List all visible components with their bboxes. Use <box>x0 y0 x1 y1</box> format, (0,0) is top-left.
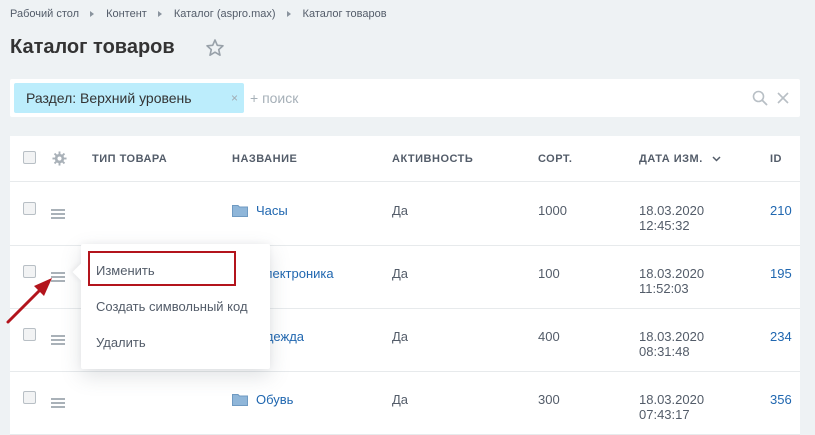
filter-bar: Раздел: Верхний уровень × + поиск <box>10 79 800 117</box>
breadcrumb-content[interactable]: Контент <box>106 8 147 20</box>
date-value: 18.03.2020 11:52:03 <box>639 266 704 296</box>
star-icon[interactable] <box>205 38 225 58</box>
row-checkbox[interactable] <box>23 202 36 215</box>
breadcrumb-catalog-aspro[interactable]: Каталог (aspro.max) <box>174 8 276 20</box>
search-input[interactable]: + поиск <box>250 90 298 106</box>
table-row[interactable]: Обувь Да 300 18.03.2020 07:43:17 356 <box>10 372 800 435</box>
active-value: Да <box>392 329 409 344</box>
column-sort[interactable]: СОРТ. <box>538 153 572 165</box>
date-time: 11:52:03 <box>639 281 689 296</box>
active-value: Да <box>392 266 409 281</box>
sort-value: 100 <box>538 266 560 281</box>
date-day: 18.03.2020 <box>639 329 705 344</box>
row-checkbox[interactable] <box>23 391 36 404</box>
column-id[interactable]: ID <box>770 153 782 165</box>
name-cell: Обувь <box>232 392 293 407</box>
date-time: 12:45:32 <box>639 218 690 233</box>
hamburger-icon[interactable] <box>51 335 65 345</box>
date-day: 18.03.2020 <box>639 203 705 218</box>
hamburger-icon[interactable] <box>51 209 65 219</box>
menu-item-create-code[interactable]: Создать символьный код <box>96 299 248 314</box>
breadcrumb-separator-icon <box>157 11 162 17</box>
annotation-highlight-box <box>88 251 236 286</box>
column-type[interactable]: ТИП ТОВАРА <box>92 153 167 165</box>
id-link[interactable]: 210 <box>770 203 792 218</box>
date-value: 18.03.2020 07:43:17 <box>639 392 704 422</box>
date-day: 18.03.2020 <box>639 392 705 407</box>
breadcrumb-desktop[interactable]: Рабочий стол <box>10 8 79 20</box>
hamburger-icon[interactable] <box>51 398 65 408</box>
gear-icon[interactable] <box>52 151 67 166</box>
column-date[interactable]: ДАТА ИЗМ. <box>639 153 721 165</box>
active-value: Да <box>392 203 409 218</box>
id-link[interactable]: 195 <box>770 266 792 281</box>
search-icon[interactable] <box>752 90 768 106</box>
breadcrumb-separator-icon <box>286 11 291 17</box>
breadcrumb: Рабочий стол Контент Каталог (aspro.max)… <box>10 7 387 21</box>
id-link[interactable]: 356 <box>770 392 792 407</box>
filter-tag-close-icon[interactable]: × <box>231 92 238 104</box>
arrow-icon <box>6 278 52 324</box>
column-active[interactable]: АКТИВНОСТЬ <box>392 153 473 165</box>
page-title: Каталог товаров <box>10 36 175 58</box>
table-row[interactable]: Часы Да 1000 18.03.2020 12:45:32 210 <box>10 183 800 246</box>
folder-icon <box>232 205 248 217</box>
date-time: 07:43:17 <box>639 407 690 422</box>
select-all-checkbox[interactable] <box>23 151 36 164</box>
sort-value: 1000 <box>538 203 567 218</box>
close-icon[interactable] <box>776 91 790 105</box>
sort-value: 400 <box>538 329 560 344</box>
date-day: 18.03.2020 <box>639 266 705 281</box>
active-value: Да <box>392 392 409 407</box>
filter-tag-section[interactable]: Раздел: Верхний уровень × <box>14 83 244 113</box>
column-date-label: ДАТА ИЗМ. <box>639 153 703 165</box>
date-time: 08:31:48 <box>639 344 690 359</box>
sort-value: 300 <box>538 392 560 407</box>
id-link[interactable]: 234 <box>770 329 792 344</box>
filter-tag-label: Раздел: Верхний уровень <box>26 90 192 106</box>
item-name-link[interactable]: Часы <box>256 203 288 218</box>
breadcrumb-product-catalog[interactable]: Каталог товаров <box>303 8 387 20</box>
column-name[interactable]: НАЗВАНИЕ <box>232 153 297 165</box>
grid-header: ТИП ТОВАРА НАЗВАНИЕ АКТИВНОСТЬ СОРТ. ДАТ… <box>10 136 800 182</box>
breadcrumb-separator-icon <box>90 11 95 17</box>
name-cell: Часы <box>232 203 288 218</box>
menu-item-delete[interactable]: Удалить <box>96 335 146 350</box>
item-name-link[interactable]: Обувь <box>256 392 293 407</box>
folder-icon <box>232 394 248 406</box>
date-value: 18.03.2020 12:45:32 <box>639 203 704 233</box>
chevron-down-icon <box>712 156 721 162</box>
date-value: 18.03.2020 08:31:48 <box>639 329 704 359</box>
